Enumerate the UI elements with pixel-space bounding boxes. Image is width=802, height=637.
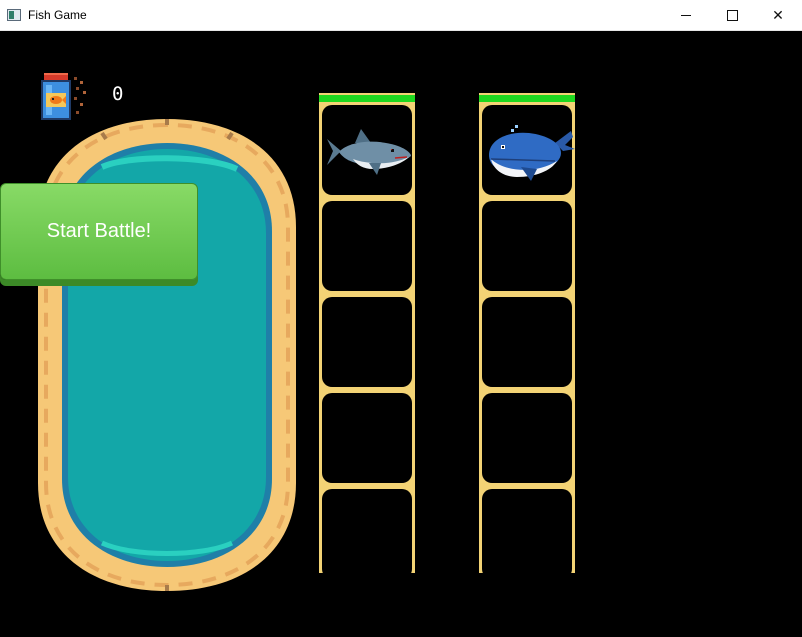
enemy-team-column: [479, 93, 575, 579]
shark-icon: [327, 129, 411, 175]
maximize-icon: [726, 10, 738, 21]
enemy-slot-5[interactable]: [482, 489, 572, 579]
player-slot-1[interactable]: [322, 105, 412, 195]
fish-food-jar-icon: [41, 73, 86, 120]
window-title: Fish Game: [28, 8, 87, 22]
player-slot-2[interactable]: [322, 201, 412, 291]
player-health-bar: [319, 95, 415, 102]
player-slot-5[interactable]: [322, 489, 412, 579]
start-battle-button[interactable]: Start Battle!: [0, 183, 198, 280]
enemy-slot-2[interactable]: [482, 201, 572, 291]
enemy-slot-1[interactable]: [482, 105, 575, 195]
whale-icon: [489, 125, 575, 181]
game-canvas: 0 Start Battle!: [0, 31, 802, 637]
player-team-column: [319, 93, 415, 579]
enemy-slot-3[interactable]: [482, 297, 572, 387]
enemy-health-bar: [479, 95, 575, 102]
enemy-slot-4[interactable]: [482, 393, 572, 483]
player-slot-3[interactable]: [322, 297, 412, 387]
maximize-button[interactable]: [709, 0, 755, 31]
minimize-icon: [681, 15, 691, 16]
fish-food-counter: 0: [112, 83, 124, 105]
app-icon: [7, 9, 21, 21]
minimize-button[interactable]: [663, 0, 709, 31]
window-titlebar: Fish Game ✕: [0, 0, 802, 31]
close-button[interactable]: ✕: [755, 0, 801, 31]
player-slot-4[interactable]: [322, 393, 412, 483]
